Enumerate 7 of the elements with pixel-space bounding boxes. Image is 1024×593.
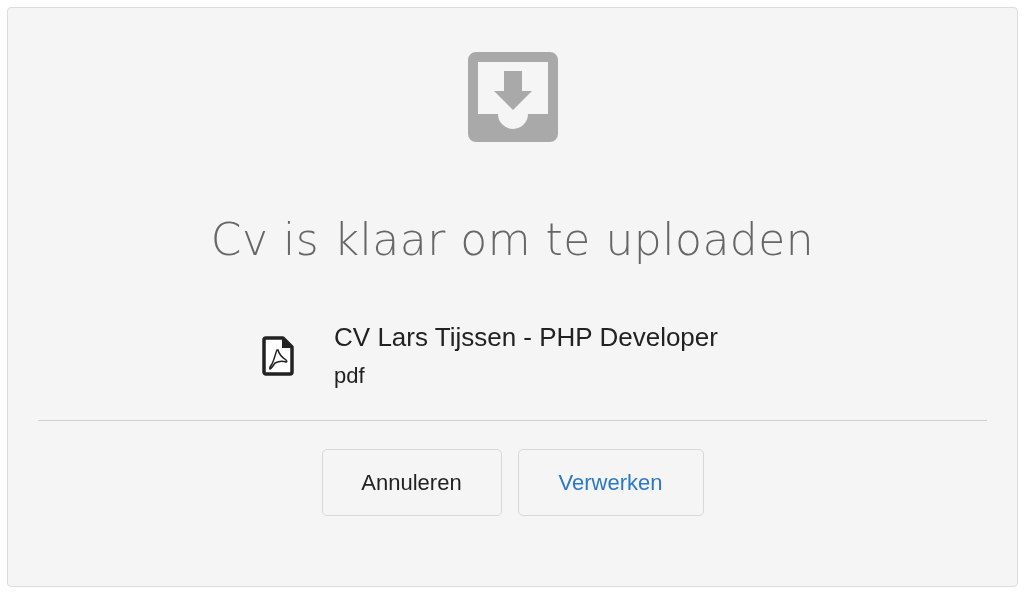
cancel-button[interactable]: Annuleren: [321, 448, 502, 516]
process-button[interactable]: Verwerken: [517, 448, 704, 516]
file-name: CV Lars Tijssen - PHP Developer: [334, 322, 718, 354]
dialog-title: Cv is klaar om te uploaden: [210, 218, 815, 262]
file-type: pdf: [334, 363, 366, 390]
download-tray-icon: [467, 52, 558, 142]
pdf-file-icon: [262, 335, 295, 376]
